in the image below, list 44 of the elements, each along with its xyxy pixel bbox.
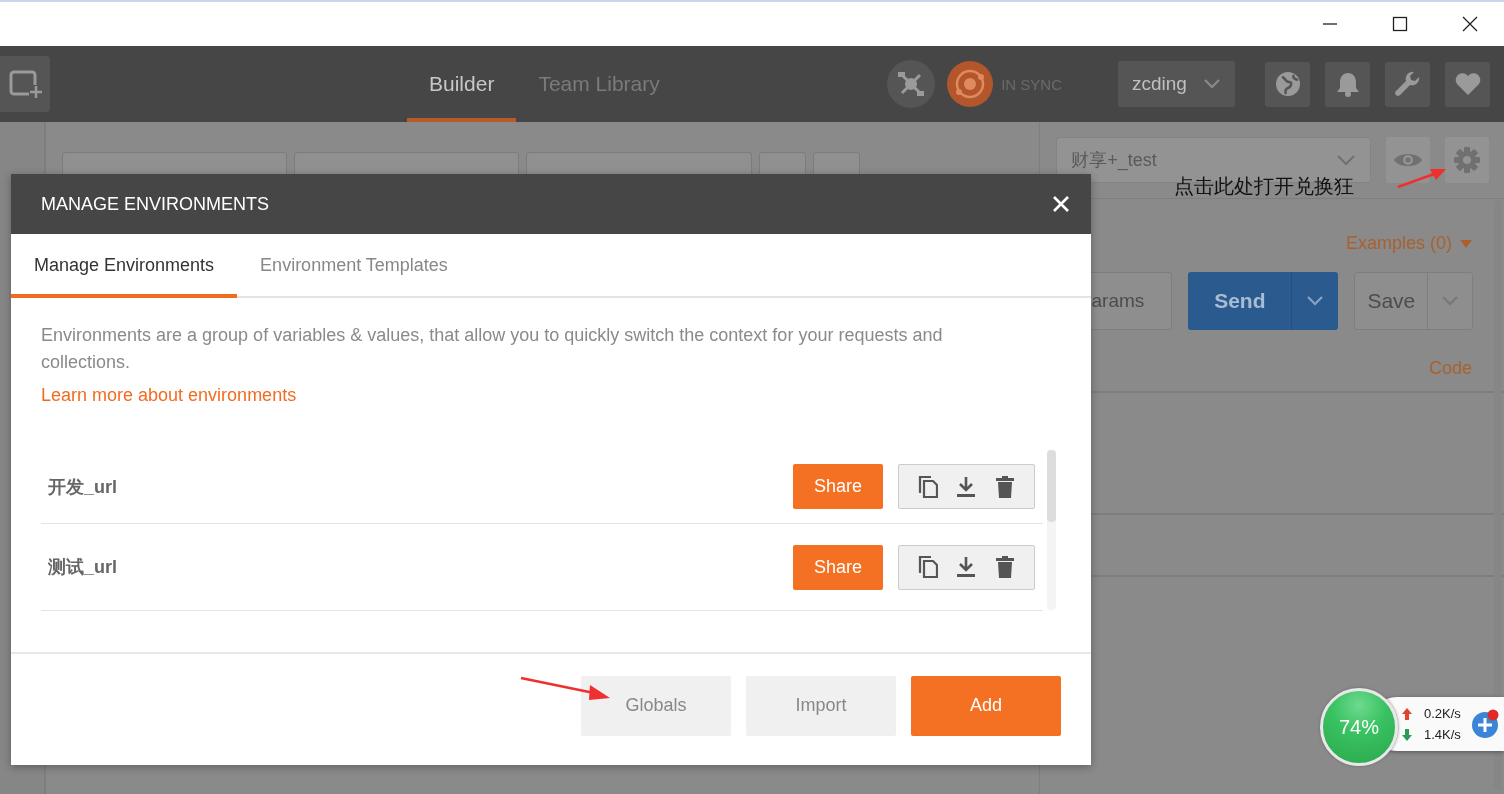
footer-button[interactable]: Globals — [581, 675, 731, 736]
trash-icon[interactable] — [993, 475, 1016, 498]
description-text: Environments are a group of variables & values, that allow you to quickly switch the context for your requests and collections. — [41, 324, 944, 374]
new-window-button[interactable] — [0, 56, 50, 112]
scrollbar-thumb[interactable] — [1047, 450, 1056, 522]
close-icon[interactable] — [1462, 16, 1478, 32]
annotation-arrow — [1397, 169, 1446, 189]
wrench-icon[interactable] — [1385, 61, 1430, 107]
footer-button[interactable]: Import — [746, 675, 896, 736]
sync-icon[interactable] — [947, 61, 994, 107]
download-icon[interactable] — [955, 556, 978, 578]
upload-speed: 0.2K/s — [1424, 706, 1461, 721]
environment-name: 财享+_test — [1071, 149, 1157, 172]
memory-gauge: 74% — [1320, 688, 1398, 766]
chevron-down-icon — [1203, 78, 1221, 90]
bell-icon[interactable] — [1325, 61, 1370, 107]
share-button[interactable]: Share — [793, 464, 883, 509]
download-icon[interactable] — [955, 475, 978, 498]
arrow-down-icon — [1402, 728, 1412, 741]
modal-title: MANAGE ENVIRONMENTS — [41, 193, 270, 215]
learn-more-link[interactable]: Learn more about environments — [41, 385, 297, 406]
add-button[interactable]: Add — [911, 675, 1061, 736]
chevron-down-icon — [1336, 154, 1357, 166]
arrow-up-icon — [1402, 707, 1412, 720]
modal-tab[interactable]: Manage Environments — [11, 236, 238, 298]
duplicate-icon[interactable] — [917, 475, 940, 498]
environment-name[interactable]: 开发_url — [48, 474, 793, 499]
scrollbar[interactable] — [1494, 200, 1502, 790]
modal-tab[interactable]: Environment Templates — [237, 236, 471, 298]
scrollbar[interactable] — [1047, 450, 1056, 610]
satellite-icon[interactable] — [887, 60, 936, 108]
params-button[interactable]: arams — [1091, 272, 1173, 330]
user-dropdown[interactable]: zcding — [1118, 61, 1235, 107]
caret-down-icon — [1460, 239, 1472, 248]
header-tab[interactable]: Builder — [407, 46, 517, 122]
duplicate-icon[interactable] — [917, 556, 940, 578]
share-button[interactable]: Share — [793, 544, 883, 590]
plus-icon[interactable] — [1470, 709, 1499, 739]
environment-name[interactable]: 测试_url — [48, 555, 793, 579]
new-window-icon — [7, 69, 43, 99]
globe-icon[interactable] — [1265, 61, 1310, 107]
download-speed: 1.4K/s — [1424, 727, 1461, 742]
maximize-icon[interactable] — [1392, 16, 1408, 32]
trash-icon[interactable] — [993, 556, 1016, 578]
